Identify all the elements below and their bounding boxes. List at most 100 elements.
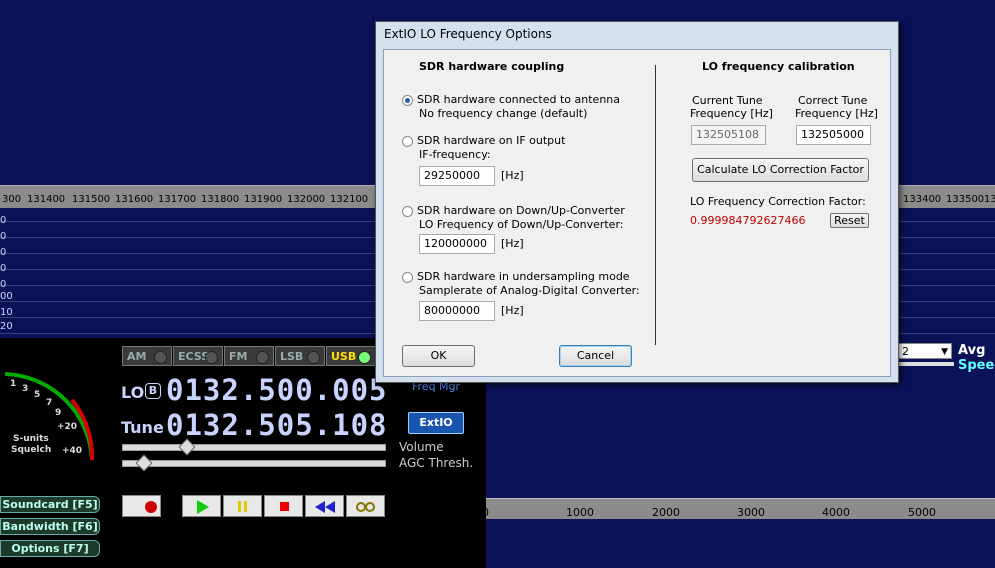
mode-fm-button[interactable]: FM	[224, 346, 274, 366]
calculate-lo-correction-button[interactable]: Calculate LO Correction Factor	[692, 158, 869, 182]
current-tune-label: Current Tune	[692, 94, 763, 107]
lo-b-badge[interactable]: B	[145, 383, 161, 399]
s-scale-label: +40	[62, 446, 83, 456]
correct-tune-label: Correct Tune	[798, 94, 868, 107]
correct-tune-label-2: Frequency [Hz]	[795, 107, 878, 120]
mode-label: AM	[127, 350, 147, 363]
audio-tick: 4000	[822, 506, 850, 519]
freq-tick: 132100	[330, 194, 369, 205]
led-icon	[256, 351, 269, 364]
freq-tick: 133500	[946, 194, 985, 205]
tune-frequency-display[interactable]: 0132.505.108	[166, 408, 388, 442]
mode-label: USB	[331, 350, 357, 363]
s-scale-label: 1	[10, 379, 17, 389]
if-unit: [Hz]	[501, 169, 524, 182]
audio-tick: 3000	[737, 506, 765, 519]
freq-tick: 132000	[287, 194, 326, 205]
options-button[interactable]: Options [F7]	[0, 540, 100, 557]
db-label: 0	[0, 263, 7, 274]
rewind-icon	[315, 501, 335, 513]
ok-button[interactable]: OK	[402, 345, 475, 367]
speed-slider[interactable]	[898, 362, 954, 366]
s-scale-label: 3	[22, 384, 29, 394]
rewind-button[interactable]	[305, 495, 344, 517]
reset-button[interactable]: Reset	[830, 213, 869, 228]
lo-frequency-display[interactable]: 0132.500.005	[166, 373, 388, 407]
led-icon	[154, 351, 167, 364]
tune-label: Tune	[121, 418, 164, 437]
stop-icon	[280, 502, 289, 511]
extio-button[interactable]: ExtIO	[408, 412, 464, 434]
agc-threshold-slider[interactable]	[122, 454, 386, 472]
freq-tick: 13	[984, 194, 995, 205]
lo-calibration-title: LO frequency calibration	[702, 60, 855, 73]
radio-undersampling[interactable]	[402, 272, 413, 283]
freq-tick: 131700	[158, 194, 197, 205]
bandwidth-button[interactable]: Bandwidth [F6]	[0, 518, 100, 535]
pause-button[interactable]	[223, 495, 262, 517]
pause-icon	[238, 501, 247, 512]
audio-frequency-ruler[interactable]: 0 1000 2000 3000 4000 5000	[482, 498, 995, 519]
freq-tick: 133400	[903, 194, 942, 205]
converter-lo-input[interactable]: 120000000	[419, 234, 495, 254]
factor-value: 0.999984792627466	[690, 214, 806, 227]
option-undersampling-label[interactable]: SDR hardware in undersampling mode	[417, 270, 630, 283]
stop-button[interactable]	[264, 495, 303, 517]
volume-slider[interactable]	[122, 438, 386, 456]
db-label: 0	[0, 279, 7, 290]
factor-label: LO Frequency Correction Factor:	[690, 195, 866, 208]
volume-label: Volume	[399, 440, 444, 454]
avg-select[interactable]: 2 ▼	[898, 343, 952, 359]
mode-am-button[interactable]: AM	[122, 346, 172, 366]
option-antenna-label[interactable]: SDR hardware connected to antenna	[417, 93, 620, 106]
squelch-label: Squelch	[11, 445, 52, 455]
s-scale-label: +20	[57, 422, 78, 432]
radio-converter[interactable]	[402, 206, 413, 217]
db-label: 10	[0, 307, 13, 318]
audio-tick: 5000	[908, 506, 936, 519]
db-label: 0	[0, 247, 7, 258]
led-icon	[358, 351, 371, 364]
option-undersampling-desc: Samplerate of Analog-Digital Converter:	[419, 284, 640, 297]
freq-tick: 131600	[115, 194, 154, 205]
option-antenna-desc: No frequency change (default)	[419, 107, 588, 120]
db-label: 0	[0, 215, 7, 226]
mode-label: LSB	[280, 350, 304, 363]
mode-ecss-button[interactable]: ECSS	[173, 346, 223, 366]
soundcard-button[interactable]: Soundcard [F5]	[0, 496, 100, 513]
avg-select-value: 2	[902, 345, 909, 358]
db-label: 00	[0, 291, 13, 302]
dialog-title: ExtIO LO Frequency Options	[384, 27, 552, 41]
dialog-body: SDR hardware coupling LO frequency calib…	[383, 49, 891, 377]
record-button[interactable]	[122, 495, 161, 517]
mode-lsb-button[interactable]: LSB	[275, 346, 325, 366]
speed-label: Speed	[958, 358, 995, 373]
s-scale-label: 9	[55, 408, 62, 418]
radio-if-output[interactable]	[402, 136, 413, 147]
samplerate-input[interactable]: 80000000	[419, 301, 495, 321]
chevron-down-icon: ▼	[941, 347, 948, 357]
led-icon	[205, 351, 218, 364]
converter-unit: [Hz]	[501, 237, 524, 250]
play-button[interactable]	[182, 495, 221, 517]
db-label: 0	[0, 231, 7, 242]
freq-tick: 131500	[72, 194, 111, 205]
option-if-label[interactable]: SDR hardware on IF output	[417, 134, 565, 147]
current-tune-label-2: Frequency [Hz]	[690, 107, 773, 120]
s-scale-label: 5	[34, 390, 41, 400]
freq-tick: 131900	[244, 194, 283, 205]
s-scale-label: 7	[46, 398, 53, 408]
loop-button[interactable]	[346, 495, 385, 517]
option-converter-label[interactable]: SDR hardware on Down/Up-Converter	[417, 204, 625, 217]
cancel-button[interactable]: Cancel	[559, 345, 632, 367]
mode-usb-button[interactable]: USB	[326, 346, 376, 366]
loop-icon	[356, 502, 375, 512]
correct-tune-input[interactable]: 132505000	[796, 125, 871, 145]
if-frequency-input[interactable]: 29250000	[419, 166, 495, 186]
audio-tick: 2000	[652, 506, 680, 519]
freq-tick: 300	[2, 194, 22, 205]
radio-antenna[interactable]	[402, 95, 413, 106]
record-icon	[145, 501, 157, 513]
hardware-coupling-title: SDR hardware coupling	[419, 60, 565, 73]
freq-tick: 131800	[201, 194, 240, 205]
